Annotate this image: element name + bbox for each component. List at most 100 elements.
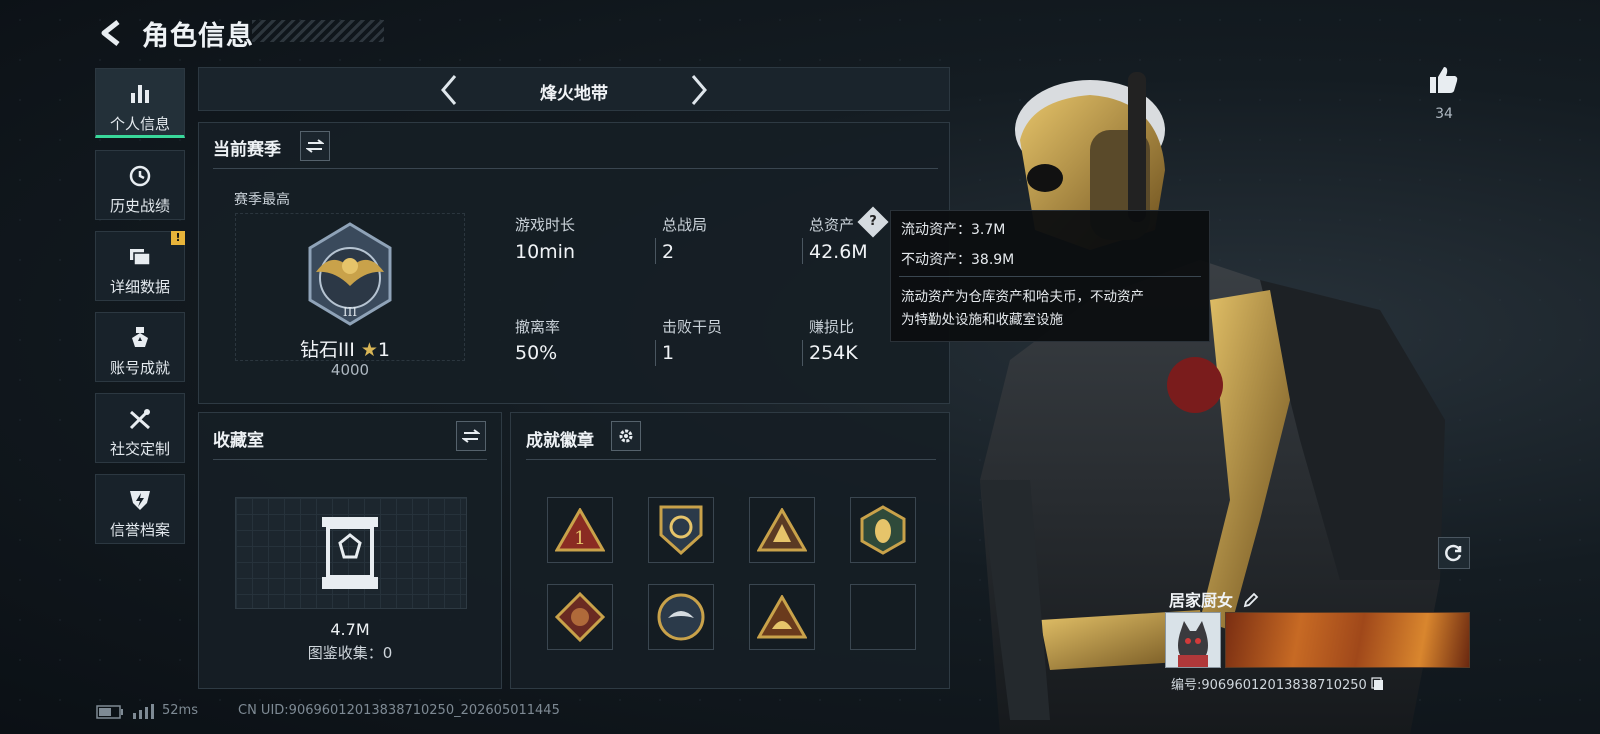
rank-emblem-icon: III [308,222,392,326]
mode-label: 烽火地带 [540,84,608,104]
gear-icon [619,429,633,443]
tooltip-liquid: 流动资产：3.7M [901,222,1006,238]
divider [655,238,656,264]
triangle-one-badge-icon: 1 [555,508,605,552]
rank-name-text: 钻石III [300,339,355,361]
thumbs-up-icon[interactable] [1428,64,1460,96]
stat-label: 击败干员 [662,318,723,336]
sidebar-item-details[interactable]: ! 详细数据 [95,231,185,301]
stat-label: 赚损比 [809,318,855,336]
player-avatar[interactable] [1165,612,1221,668]
catalog-count: 图鉴收集：0 [307,644,393,662]
stat-value: 2 [662,241,675,263]
achievement-badge[interactable]: 1 [547,497,613,563]
tools-icon [129,409,150,430]
swap-icon [306,139,324,153]
stat-value: 50% [515,342,558,364]
sidebar-item-achievements[interactable]: 账号成就 [95,312,185,382]
warning-badge: ! [171,231,185,245]
player-name-text: 居家厨女 [1169,591,1234,610]
triangle-helmet-badge-icon [757,595,807,639]
stat-value: 10min [515,241,576,263]
achievement-badge-empty[interactable] [850,584,916,650]
divider [213,459,487,460]
stat-value: 254K [809,342,858,364]
player-id-text: 编号:906960120138387102​50 [1171,678,1367,693]
uid-text: CN UID:9069601201383871025​0_20260501144… [238,703,560,718]
triangle-wolf-badge-icon [757,508,807,552]
achievement-badge[interactable] [850,497,916,563]
sidebar-item-profile[interactable]: 个人信息 [95,68,185,138]
player-banner[interactable] [1225,612,1470,668]
star-icon: ★ [360,339,378,361]
season-title: 当前赛季 [213,140,281,160]
sidebar-item-label: 信誉档案 [109,521,170,539]
stat-label: 总战局 [662,216,708,234]
player-name: 居家厨女 [1169,587,1259,611]
help-icon[interactable]: ? [857,206,889,238]
achievements-title: 成就徽章 [526,431,594,451]
chevron-right-icon[interactable] [689,74,709,106]
sidebar-item-history[interactable]: 历史战绩 [95,150,185,220]
shield-crosshair-badge-icon [659,505,703,556]
season-switch-button[interactable] [300,131,330,161]
circle-eagle-badge-icon [657,593,705,641]
divider [655,340,656,366]
sidebar-item-label: 历史战绩 [109,197,170,215]
divider [802,238,803,264]
stat-label: 撤离率 [515,318,561,336]
folder-icon [130,249,151,266]
season-best-label: 赛季最高 [234,192,290,208]
player-id: 编号:906960120138387102​50 [1171,674,1385,693]
cat-avatar-icon [1178,621,1208,667]
rank-score: 4000 [330,361,370,379]
bar-chart-icon [131,85,149,103]
divider [526,459,936,460]
svg-text:1: 1 [574,528,585,549]
collection-value: 4.7M [330,620,370,639]
achievement-badge[interactable] [648,584,714,650]
achievement-badge[interactable] [749,584,815,650]
ping: 52ms [162,703,198,718]
sidebar-item-label: 账号成就 [109,359,170,377]
copy-icon[interactable] [1371,677,1385,691]
stat-label: 游戏时长 [515,216,576,234]
refresh-icon [1445,544,1462,562]
tooltip-desc-1: 流动资产为仓库资产和哈夫币，不动资产 [901,289,1144,305]
achievements-settings-button[interactable] [611,421,641,451]
like-count: 34 [1435,106,1453,122]
achievement-badge[interactable] [547,584,613,650]
collection-title: 收藏室 [213,431,264,451]
stat-value: 1 [662,342,675,364]
divider [802,340,803,366]
swap-icon [462,429,480,443]
achievement-badge[interactable] [749,497,815,563]
svg-text:III: III [343,305,357,319]
sidebar-item-label: 个人信息 [109,115,170,133]
medal-icon [132,327,148,347]
asset-tooltip: 流动资产：3.7M 不动资产：38.9M 流动资产为仓库资产和哈夫币，不动资产 … [890,210,1210,342]
page-title: 角色信息 [142,21,254,52]
edit-icon[interactable] [1243,592,1259,608]
sidebar-item-social[interactable]: 社交定制 [95,393,185,463]
sidebar-item-credit[interactable]: 信誉档案 [95,474,185,544]
divider [213,168,938,169]
tooltip-desc-2: 为特勤处设施和收藏室设施 [901,312,1063,328]
collection-switch-button[interactable] [456,421,486,451]
back-arrow-icon[interactable] [96,18,126,48]
achievement-badge[interactable] [648,497,714,563]
sidebar-item-label: 详细数据 [109,278,170,296]
shield-bolt-icon [130,491,150,510]
diamond-dragon-badge-icon [555,592,605,642]
stat-value: 42.6M [809,241,868,263]
hexagon-wasp-badge-icon [860,505,906,555]
stat-label: 总资产 [809,216,855,234]
rotate-button[interactable] [1438,537,1470,569]
divider [899,276,1201,277]
mode-selector: 烽火地带 [198,67,950,111]
sidebar-item-label: 社交定制 [109,440,170,458]
history-icon [129,165,151,187]
rank-stars: 1 [377,339,390,361]
display-case-icon [322,517,378,589]
signal-icon [133,704,154,719]
